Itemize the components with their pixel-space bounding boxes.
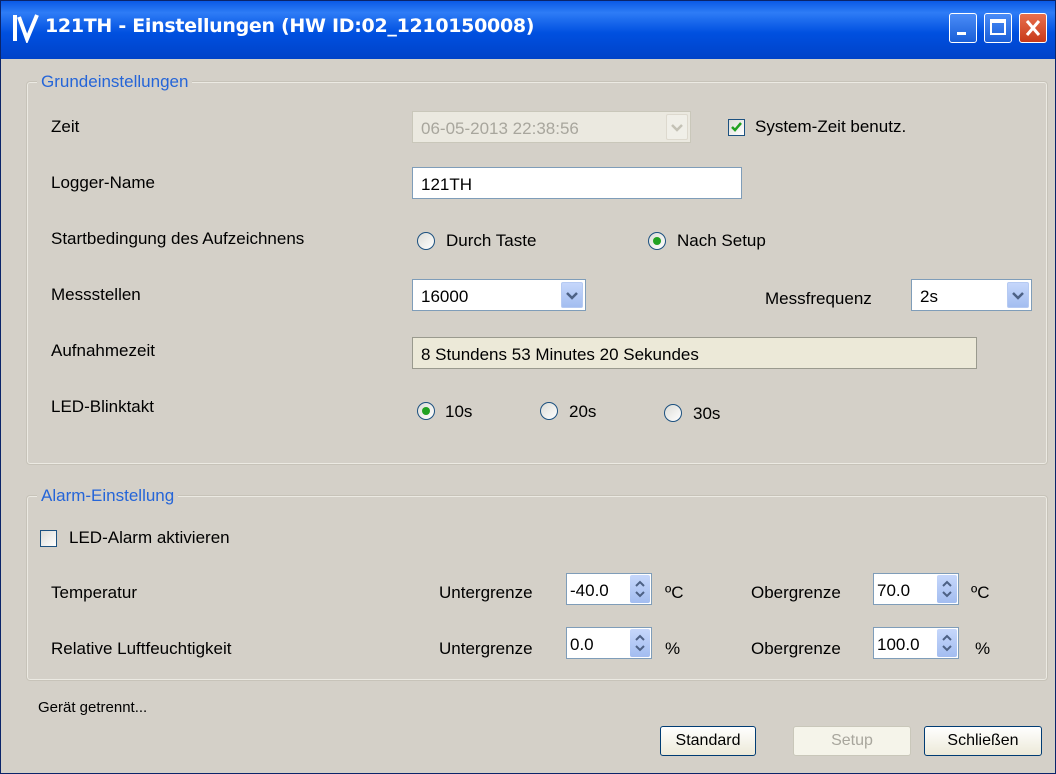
maximize-button[interactable]: [984, 13, 1012, 43]
temperature-lower-value: -40.0: [570, 581, 609, 600]
app-logo-icon: [13, 14, 39, 43]
group-title-basic: Grundeinstellungen: [37, 72, 193, 92]
radio-led-20s[interactable]: [540, 402, 558, 420]
measurement-frequency-select[interactable]: 2s: [911, 279, 1032, 311]
chevron-down-icon: [666, 114, 688, 140]
radio-led-10s[interactable]: [417, 402, 435, 420]
recording-time-label: Aufnahmezeit: [51, 341, 155, 360]
temperature-lower-spinner[interactable]: -40.0: [566, 573, 652, 605]
title-bar[interactable]: 121TH - Einstellungen (HW ID:02_12101500…: [1, 1, 1055, 59]
start-condition-label: Startbedingung des Aufzeichnens: [51, 229, 305, 248]
time-picker[interactable]: 06-05-2013 22:38:56: [412, 111, 691, 143]
temperature-upper-spinner[interactable]: 70.0: [873, 573, 959, 605]
humidity-upper-value: 100.0: [877, 635, 920, 654]
radio-selected-dot: [422, 407, 430, 415]
spinner-arrows-icon[interactable]: [630, 629, 650, 657]
radio-led-30s-label[interactable]: 30s: [693, 404, 720, 424]
system-time-checkbox[interactable]: [728, 119, 745, 136]
radio-durch-taste[interactable]: [417, 232, 435, 250]
time-value: 06-05-2013 22:38:56: [421, 119, 579, 138]
radio-durch-taste-label[interactable]: Durch Taste: [446, 231, 536, 251]
temperature-lower-label: Untergrenze: [439, 583, 533, 602]
radio-led-20s-label[interactable]: 20s: [569, 402, 596, 422]
measurement-points-label: Messstellen: [51, 285, 141, 304]
spinner-arrows-icon[interactable]: [630, 575, 650, 603]
temperature-upper-label: Obergrenze: [751, 583, 841, 602]
checkmark-icon: [731, 122, 742, 132]
spinner-arrows-icon[interactable]: [937, 629, 957, 657]
humidity-unit-lower: %: [665, 639, 681, 658]
maximize-icon: [990, 19, 1006, 35]
group-title-alarm: Alarm-Einstellung: [37, 486, 179, 506]
chevron-down-icon: [561, 282, 583, 308]
time-label: Zeit: [51, 117, 80, 136]
close-window-button[interactable]: [1019, 13, 1047, 43]
window-title: 121TH - Einstellungen (HW ID:02_12101500…: [45, 15, 535, 37]
minimize-button[interactable]: [949, 13, 977, 43]
status-text: Gerät getrennt...: [38, 699, 148, 716]
measurement-points-value: 16000: [421, 287, 469, 306]
radio-nach-setup[interactable]: [648, 232, 666, 250]
close-icon: [1025, 20, 1041, 36]
chevron-down-icon: [1007, 282, 1029, 308]
led-alarm-checkbox[interactable]: [40, 530, 57, 547]
close-button[interactable]: Schließen: [924, 726, 1042, 756]
temperature-label: Temperatur: [51, 583, 137, 602]
measurement-frequency-label: Messfrequenz: [765, 289, 872, 308]
radio-selected-dot: [653, 237, 661, 245]
system-time-label: System-Zeit benutz.: [755, 117, 907, 136]
recording-time-field: 8 Stundens 53 Minutes 20 Sekundes: [412, 337, 977, 369]
humidity-lower-spinner[interactable]: 0.0: [566, 627, 652, 659]
led-blink-label: LED-Blinktakt: [51, 397, 154, 416]
client-area: Grundeinstellungen Zeit 06-05-2013 22:38…: [5, 59, 1051, 771]
logger-name-input[interactable]: 121TH: [412, 167, 742, 199]
spinner-arrows-icon[interactable]: [937, 575, 957, 603]
radio-nach-setup-label[interactable]: Nach Setup: [677, 231, 766, 251]
setup-button[interactable]: Setup: [793, 726, 911, 756]
temperature-unit-lower: ºC: [665, 583, 684, 602]
temperature-unit-upper: ºC: [971, 583, 990, 602]
measurement-frequency-value: 2s: [920, 287, 938, 306]
standard-button[interactable]: Standard: [660, 726, 756, 756]
radio-led-30s[interactable]: [664, 404, 682, 422]
humidity-lower-label: Untergrenze: [439, 639, 533, 658]
temperature-upper-value: 70.0: [877, 581, 911, 600]
humidity-lower-value: 0.0: [570, 635, 594, 654]
humidity-unit-upper: %: [975, 639, 991, 658]
radio-led-10s-label[interactable]: 10s: [445, 402, 472, 422]
measurement-points-select[interactable]: 16000: [412, 279, 586, 311]
logger-name-label: Logger-Name: [51, 173, 155, 192]
led-alarm-label[interactable]: LED-Alarm aktivieren: [69, 528, 230, 548]
humidity-upper-label: Obergrenze: [751, 639, 841, 658]
humidity-upper-spinner[interactable]: 100.0: [873, 627, 959, 659]
humidity-label: Relative Luftfeuchtigkeit: [51, 639, 232, 658]
settings-window: 121TH - Einstellungen (HW ID:02_12101500…: [0, 0, 1056, 774]
minimize-icon: [957, 32, 966, 35]
